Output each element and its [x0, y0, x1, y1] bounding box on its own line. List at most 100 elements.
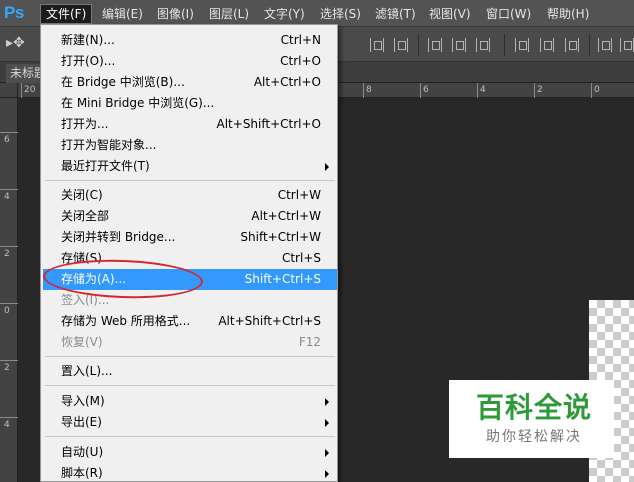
menu-item-shortcut: Alt+Shift+Ctrl+O — [216, 117, 321, 131]
menu-item-label: 自动(U) — [61, 445, 104, 459]
align-icon[interactable] — [428, 38, 442, 52]
menu-item-shortcut: Ctrl+W — [277, 188, 321, 202]
ruler-label: 4 — [4, 192, 10, 202]
menu-item-place[interactable]: 置入(L)... — [43, 361, 337, 382]
menu-item-label: 导入(M) — [61, 394, 105, 408]
distribute-icon[interactable] — [540, 38, 554, 52]
ruler-left: 6 4 2 0 2 4 — [0, 98, 18, 482]
menu-item-label: 打开为智能对象... — [61, 138, 157, 152]
menu-item-label: 新建(N)... — [61, 33, 115, 47]
ruler-corner — [0, 83, 18, 98]
align-icon[interactable] — [476, 38, 490, 52]
menu-item-label: 导出(E) — [61, 415, 102, 429]
menu-item-label: 关闭全部 — [61, 209, 110, 223]
menu-item-shortcut: Shift+Ctrl+S — [244, 272, 321, 286]
align-icon[interactable] — [394, 38, 408, 52]
watermark-title: 百科全说 — [475, 391, 592, 424]
submenu-arrow-icon — [325, 419, 329, 427]
watermark: 百科全说 助你轻松解决 — [449, 380, 614, 458]
menu-item-shortcut: Ctrl+N — [280, 33, 321, 47]
menu-window[interactable]: 窗口(W) — [481, 4, 536, 24]
menu-item-recent-files[interactable]: 最近打开文件(T) — [43, 156, 337, 177]
ruler-label: 2 — [537, 85, 543, 95]
align-icon[interactable] — [370, 38, 384, 52]
ruler-tick — [363, 83, 364, 98]
menu-item-new[interactable]: 新建(N)... Ctrl+N — [43, 30, 337, 51]
menu-item-label: 置入(L)... — [61, 364, 113, 378]
menu-item-shortcut: Alt+Ctrl+O — [253, 75, 321, 89]
menu-item-label: 打开(O)... — [61, 54, 116, 68]
menu-filter[interactable]: 滤镜(T) — [370, 4, 421, 24]
ruler-label: 2 — [4, 249, 10, 259]
ruler-tick — [0, 246, 18, 247]
menu-type[interactable]: 文字(Y) — [259, 4, 310, 24]
menu-item-close-go-bridge[interactable]: 关闭并转到 Bridge... Shift+Ctrl+W — [43, 227, 337, 248]
menu-item-open[interactable]: 打开(O)... Ctrl+O — [43, 51, 337, 72]
ruler-label: 0 — [594, 85, 600, 95]
menu-image[interactable]: 图像(I) — [152, 4, 199, 24]
menu-item-shortcut: F12 — [298, 335, 321, 349]
ruler-label: 6 — [423, 85, 429, 95]
menu-view[interactable]: 视图(V) — [424, 4, 476, 24]
ruler-label: 6 — [4, 135, 10, 145]
ruler-tick — [0, 303, 18, 304]
menu-item-browse-bridge[interactable]: 在 Bridge 中浏览(B)... Alt+Ctrl+O — [43, 72, 337, 93]
file-menu-dropdown: 新建(N)... Ctrl+N 打开(O)... Ctrl+O 在 Bridge… — [40, 24, 338, 482]
ruler-label: 4 — [4, 420, 10, 430]
menu-item-label: 存储为 Web 所用格式... — [61, 314, 191, 328]
menu-item-label: 最近打开文件(T) — [61, 159, 150, 173]
menu-item-open-smart-object[interactable]: 打开为智能对象... — [43, 135, 337, 156]
menu-item-shortcut: Ctrl+S — [281, 251, 321, 265]
submenu-arrow-icon — [325, 470, 329, 478]
menu-item-shortcut: Alt+Ctrl+W — [251, 209, 321, 223]
menu-item-export[interactable]: 导出(E) — [43, 412, 337, 433]
menu-file[interactable]: 文件(F) — [40, 4, 93, 24]
ruler-label: 2 — [4, 363, 10, 373]
menu-layer[interactable]: 图层(L) — [204, 4, 254, 24]
menu-item-shortcut: Ctrl+O — [280, 54, 321, 68]
menu-help[interactable]: 帮助(H) — [542, 4, 594, 24]
menu-item-label: 打开为... — [61, 117, 109, 131]
ruler-tick — [534, 83, 535, 98]
distribute-icon[interactable] — [515, 38, 529, 52]
ruler-label: 4 — [480, 85, 486, 95]
menu-item-save-for-web[interactable]: 存储为 Web 所用格式... Alt+Shift+Ctrl+S — [43, 311, 337, 332]
menu-separator — [45, 385, 335, 386]
divider — [504, 34, 505, 56]
distribute-icon[interactable] — [620, 38, 634, 52]
menu-separator — [45, 356, 335, 357]
ruler-tick — [591, 83, 592, 98]
divider — [589, 34, 590, 56]
menu-item-browse-mini-bridge[interactable]: 在 Mini Bridge 中浏览(G)... — [43, 93, 337, 114]
submenu-arrow-icon — [325, 163, 329, 171]
menu-separator — [45, 436, 335, 437]
menu-item-open-as[interactable]: 打开为... Alt+Shift+Ctrl+O — [43, 114, 337, 135]
menu-item-import[interactable]: 导入(M) — [43, 391, 337, 412]
ruler-label: 0 — [4, 306, 10, 316]
menu-item-label: 关闭(C) — [61, 188, 103, 202]
ruler-label: 8 — [366, 85, 372, 95]
menu-item-shortcut: Alt+Shift+Ctrl+S — [218, 314, 321, 328]
move-tool-icon[interactable]: ▸✥ — [6, 35, 34, 55]
menu-separator — [45, 180, 335, 181]
menu-select[interactable]: 选择(S) — [315, 4, 366, 24]
photoshop-logo: Ps — [4, 3, 24, 22]
menu-item-label: 恢复(V) — [61, 335, 103, 349]
menu-item-label: 在 Mini Bridge 中浏览(G)... — [61, 96, 215, 110]
align-icon[interactable] — [452, 38, 466, 52]
distribute-icon[interactable] — [565, 38, 579, 52]
ruler-tick — [0, 189, 18, 190]
menu-item-scripts[interactable]: 脚本(R) — [43, 463, 337, 482]
menu-item-shortcut: Shift+Ctrl+W — [240, 230, 321, 244]
menu-edit[interactable]: 编辑(E) — [97, 4, 148, 24]
menu-item-close-all[interactable]: 关闭全部 Alt+Ctrl+W — [43, 206, 337, 227]
menu-item-close[interactable]: 关闭(C) Ctrl+W — [43, 185, 337, 206]
menu-item-label: 在 Bridge 中浏览(B)... — [61, 75, 185, 89]
menu-item-label: 脚本(R) — [61, 466, 103, 480]
menu-item-revert: 恢复(V) F12 — [43, 332, 337, 353]
submenu-arrow-icon — [325, 398, 329, 406]
watermark-subtitle: 助你轻松解决 — [486, 429, 582, 445]
distribute-icon[interactable] — [598, 38, 612, 52]
menu-item-automate[interactable]: 自动(U) — [43, 442, 337, 463]
menu-item-label: 关闭并转到 Bridge... — [61, 230, 176, 244]
